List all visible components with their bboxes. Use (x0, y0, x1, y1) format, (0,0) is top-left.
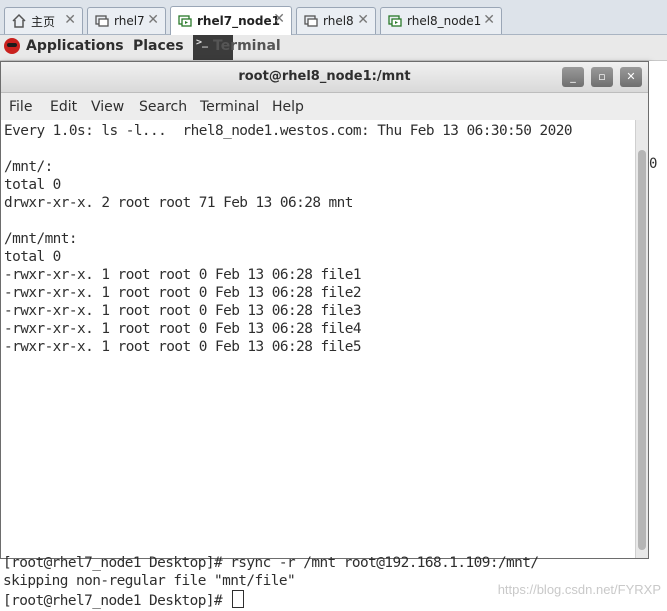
text-cursor (232, 590, 245, 608)
menu-search[interactable]: Search (139, 99, 187, 115)
terminal-line: -rwxr-xr-x. 1 root root 0 Feb 13 06:28 f… (4, 339, 362, 355)
tab-label: rhel7 (114, 14, 145, 28)
applications-menu[interactable]: Applications (4, 38, 124, 54)
terminal-output[interactable]: Every 1.0s: ls -l... rhel8_node1.westos.… (1, 120, 635, 558)
menu-terminal[interactable]: Terminal (200, 99, 259, 115)
terminal-scrollbar[interactable] (635, 120, 648, 558)
terminal-line: /mnt/: (4, 159, 53, 175)
maximize-button[interactable]: ▫ (591, 67, 613, 87)
terminal-line: -rwxr-xr-x. 1 root root 0 Feb 13 06:28 f… (4, 303, 362, 319)
home-icon (11, 13, 27, 29)
watermark: https://blog.csdn.net/FYRXP (497, 582, 661, 597)
prompt-text: [root@rhel7_node1 Desktop]# (3, 593, 231, 609)
terminal-line: drwxr-xr-x. 2 root root 71 Feb 13 06:28 … (4, 195, 353, 211)
terminal-line: Every 1.0s: ls -l... rhel8_node1.westos.… (4, 123, 573, 139)
terminal-window: root@rhel8_node1:/mnt _ ▫ ✕ File Edit Vi… (0, 61, 649, 559)
background-terminal-line: skipping non-regular file "mnt/file" (3, 573, 296, 589)
places-menu[interactable]: Places (133, 38, 184, 54)
terminal-line: -rwxr-xr-x. 1 root root 0 Feb 13 06:28 f… (4, 267, 362, 283)
menu-file[interactable]: File (9, 99, 32, 115)
terminal-line: /mnt/mnt: (4, 231, 78, 247)
redhat-icon (4, 38, 20, 54)
close-button[interactable]: ✕ (620, 67, 642, 87)
tab-rhel7[interactable]: rhel7 ✕ (87, 7, 166, 34)
terminal-icon: >_ (196, 37, 209, 48)
close-icon[interactable]: ✕ (483, 12, 495, 28)
tab-label: rhel8 (323, 14, 354, 28)
terminal-line: total 0 (4, 249, 61, 265)
window-title: root@rhel8_node1:/mnt (238, 69, 411, 84)
terminal-line: -rwxr-xr-x. 1 root root 0 Feb 13 06:28 f… (4, 285, 362, 301)
menu-view[interactable]: View (91, 99, 124, 115)
menu-help[interactable]: Help (272, 99, 304, 115)
applications-label: Applications (26, 38, 124, 54)
close-icon[interactable]: ✕ (357, 12, 369, 28)
window-titlebar[interactable]: root@rhel8_node1:/mnt _ ▫ ✕ (1, 62, 648, 93)
close-icon[interactable]: ✕ (273, 11, 285, 27)
menu-bar: File Edit View Search Terminal Help (1, 93, 648, 120)
terminal-taskbar-label: Terminal (213, 38, 281, 54)
minimize-button[interactable]: _ (562, 67, 584, 87)
background-terminal-edge: 0 (649, 61, 667, 559)
background-edge-text: 0 (649, 156, 658, 172)
tab-home[interactable]: 主页 ✕ (4, 7, 83, 34)
scrollbar-thumb[interactable] (638, 150, 646, 550)
tab-label: rhel8_node1 (407, 14, 482, 28)
close-icon[interactable]: ✕ (64, 12, 76, 28)
tab-rhel8-node1[interactable]: rhel8_node1 ✕ (380, 7, 502, 34)
vm-icon (303, 13, 319, 29)
vm-icon (387, 13, 403, 29)
background-terminal-line: [root@rhel7_node1 Desktop]# rsync -r /mn… (3, 555, 539, 571)
vm-tab-strip: 主页 ✕ rhel7 ✕ rhel7_node1 ✕ rhel8 ✕ rhel8… (0, 0, 667, 35)
close-icon[interactable]: ✕ (147, 12, 159, 28)
gnome-top-bar: Applications Places >_ Terminal (0, 35, 667, 61)
terminal-line: total 0 (4, 177, 61, 193)
tab-rhel8[interactable]: rhel8 ✕ (296, 7, 376, 34)
background-terminal[interactable]: [root@rhel7_node1 Desktop]# rsync -r /mn… (0, 555, 667, 611)
vm-icon (177, 13, 193, 29)
vm-icon (94, 13, 110, 29)
menu-edit[interactable]: Edit (50, 99, 77, 115)
tab-label: rhel7_node1 (197, 14, 280, 28)
tab-rhel7-node1[interactable]: rhel7_node1 ✕ (170, 6, 292, 35)
background-terminal-prompt: [root@rhel7_node1 Desktop]# (3, 590, 245, 610)
tab-label: 主页 (31, 14, 56, 29)
terminal-line: -rwxr-xr-x. 1 root root 0 Feb 13 06:28 f… (4, 321, 362, 337)
